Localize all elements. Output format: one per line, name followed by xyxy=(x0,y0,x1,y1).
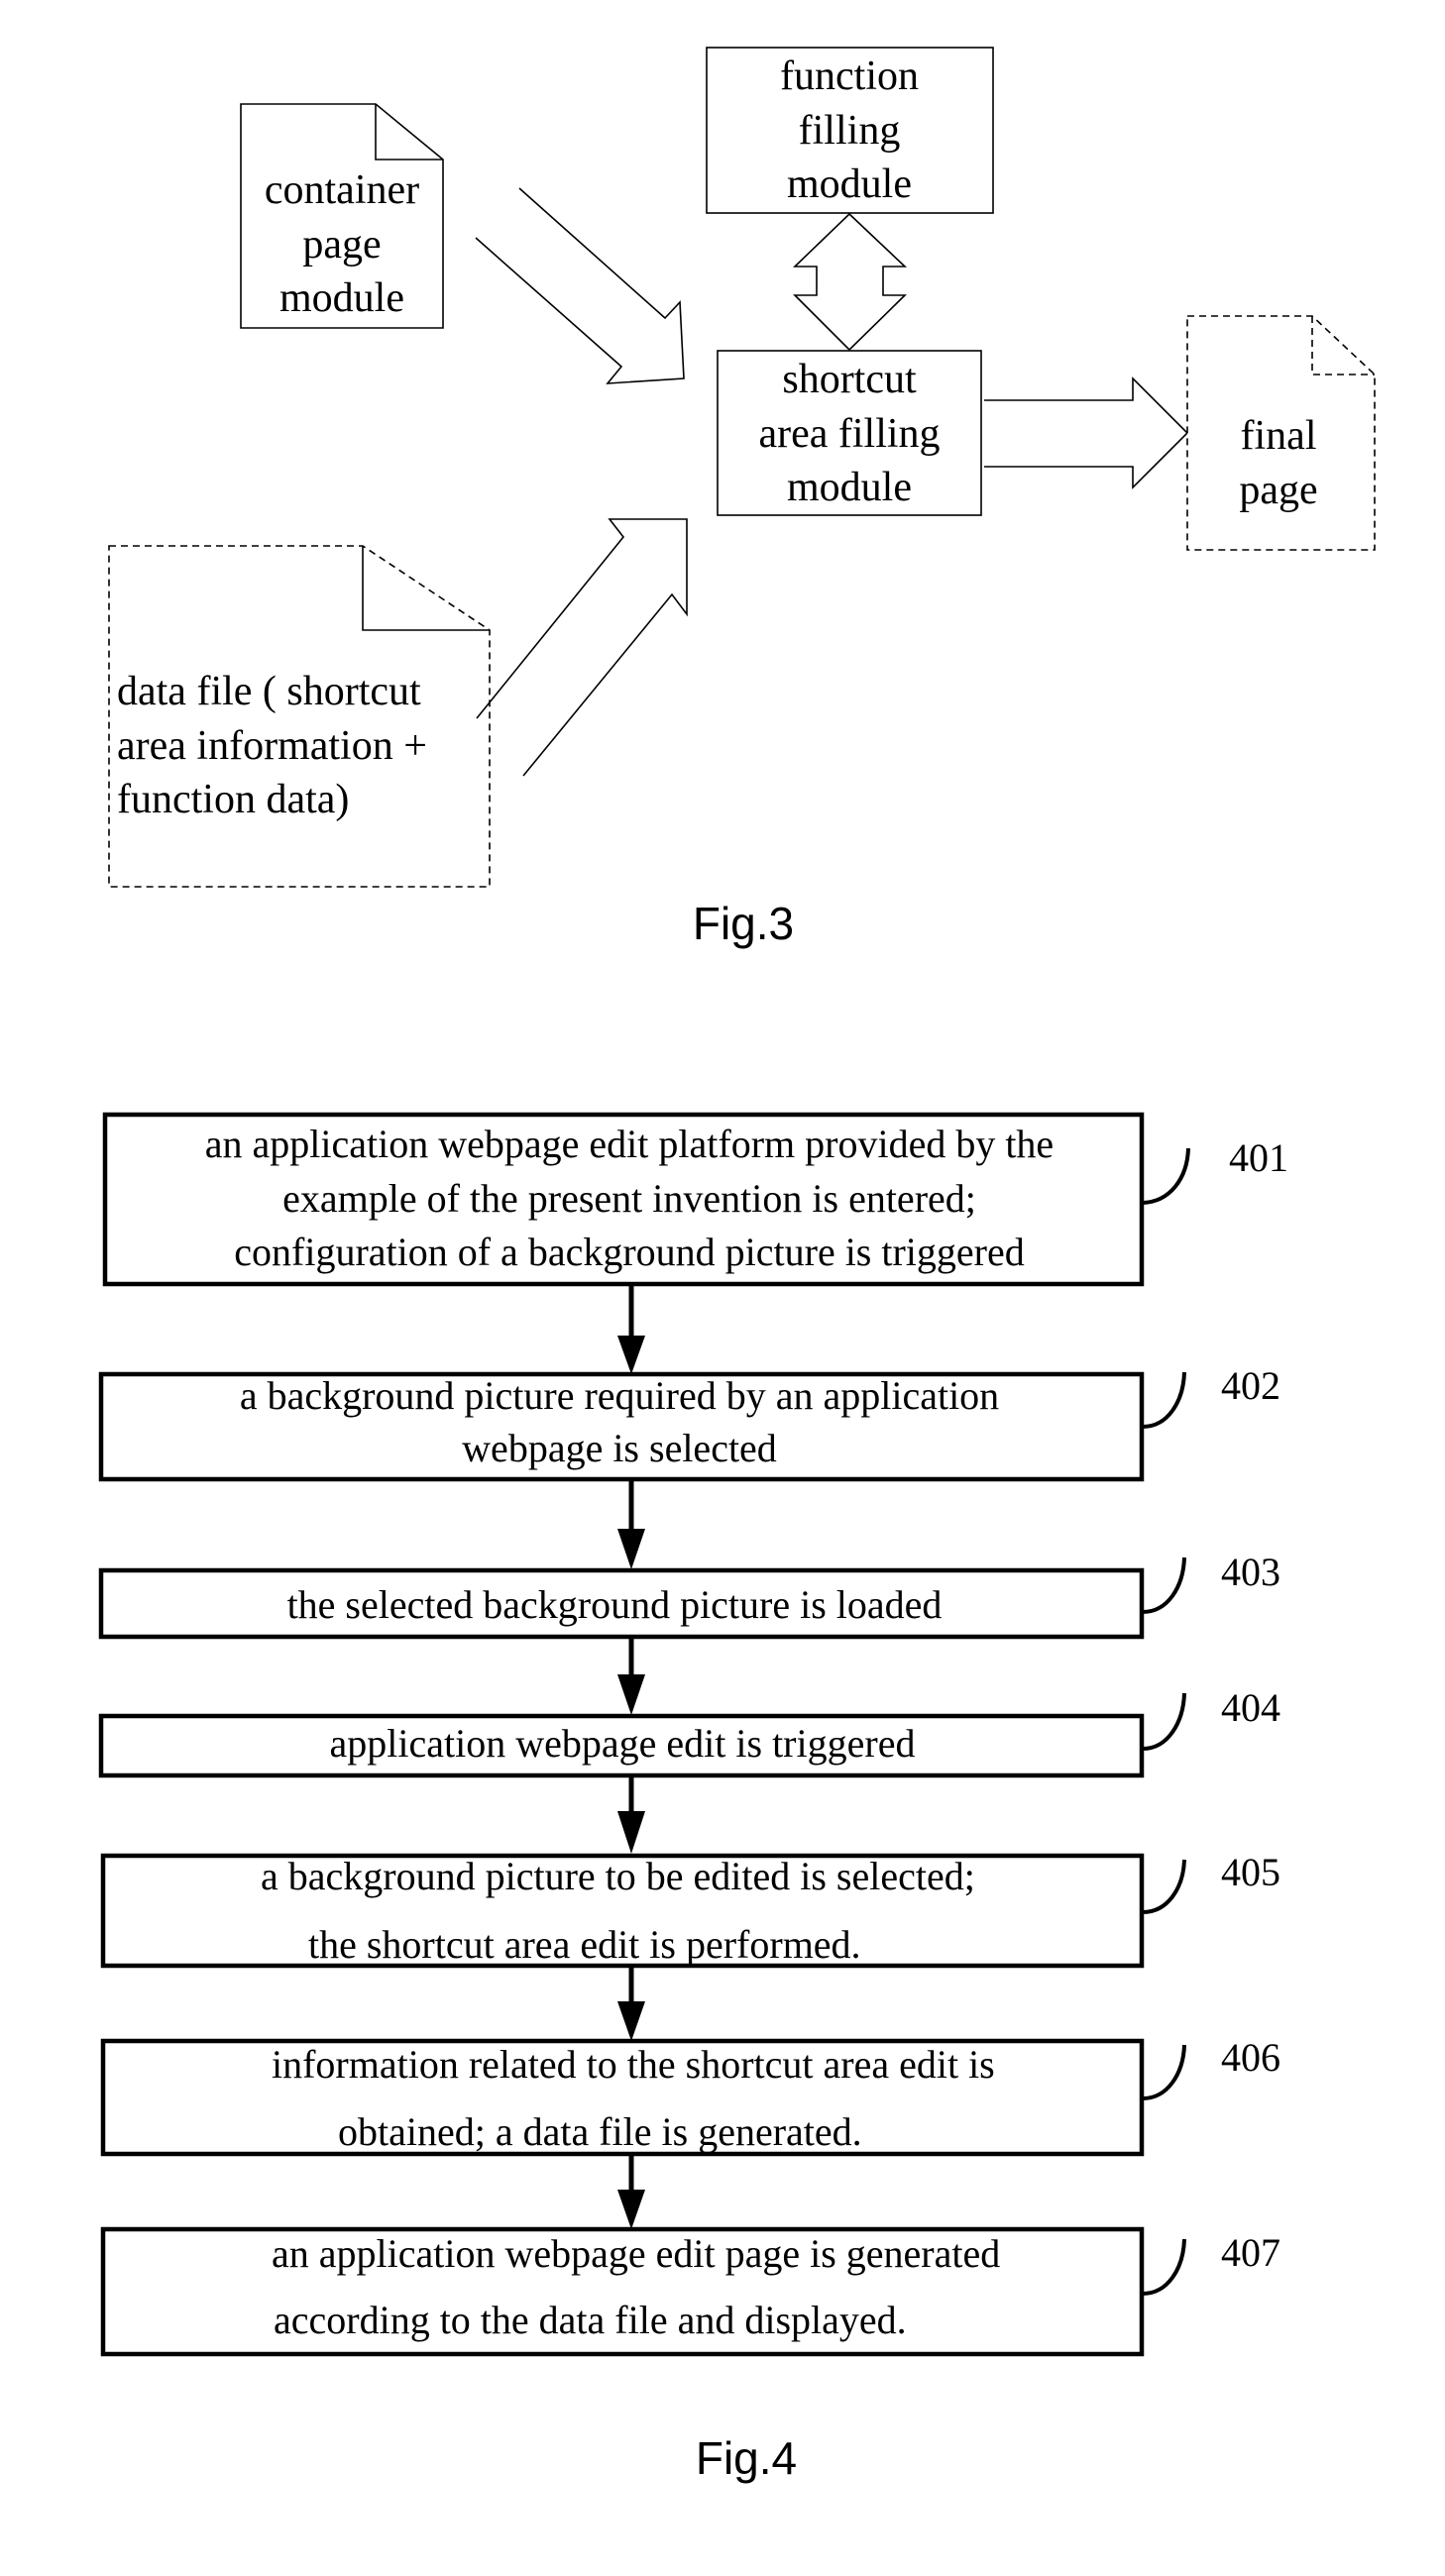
flow-arrow xyxy=(617,2154,645,2229)
reference-leader xyxy=(1142,1371,1186,1429)
node-label-line: area filling xyxy=(758,411,940,457)
reference-number: 403 xyxy=(1221,1550,1280,1594)
flow-step-401: an application webpage edit platform pro… xyxy=(102,1112,1288,1287)
reference-leader xyxy=(1142,1556,1186,1614)
function-filling-module-node: function filling module xyxy=(706,47,994,214)
flow-step-403: the selected background picture is loade… xyxy=(98,1550,1280,1640)
node-label-line: page xyxy=(1239,468,1317,513)
arrow-head xyxy=(617,2190,645,2229)
reference-number: 405 xyxy=(1221,1850,1280,1894)
node-label-line: container xyxy=(265,167,419,213)
patent-figures: container page module function filling m… xyxy=(98,47,1376,2484)
node-label-line: module xyxy=(279,275,404,321)
arrow-head xyxy=(617,2001,645,2041)
flow-step-407: an application webpage edit page is gene… xyxy=(100,2226,1280,2357)
reference-leader xyxy=(1142,1147,1190,1205)
flow-arrow xyxy=(617,1479,645,1569)
step-text-line: webpage is selected xyxy=(462,1426,777,1470)
node-label-line: area information + xyxy=(117,723,427,769)
block-arrow-container-to-shortcut xyxy=(475,187,685,384)
node-label-line: final xyxy=(1241,413,1317,459)
arrow-head xyxy=(617,1674,645,1715)
node-label-line: page xyxy=(302,222,381,268)
reference-leader xyxy=(1142,2238,1186,2296)
double-block-arrow xyxy=(793,212,908,352)
step-text-line: according to the data file and displayed… xyxy=(274,2298,907,2342)
step-text-line: an application webpage edit platform pro… xyxy=(205,1122,1054,1166)
reference-leader xyxy=(1142,2044,1186,2100)
node-label-line: function data) xyxy=(117,777,349,822)
shortcut-area-filling-module-node: shortcut area filling module xyxy=(717,350,982,516)
node-label-line: filling xyxy=(799,108,901,154)
step-text-line: information related to the shortcut area… xyxy=(272,2042,995,2087)
reference-leader xyxy=(1142,1692,1186,1751)
step-text-line: obtained; a data file is generated. xyxy=(338,2109,862,2154)
arrow-head xyxy=(617,1529,645,1569)
reference-number: 401 xyxy=(1229,1135,1288,1180)
figure-caption-fig3: Fig.3 xyxy=(693,898,794,949)
reference-number: 404 xyxy=(1221,1685,1280,1730)
step-text-line: a background picture to be edited is sel… xyxy=(261,1854,975,1898)
node-label-line: module xyxy=(787,465,912,510)
reference-number: 406 xyxy=(1221,2035,1280,2080)
flow-step-402: a background picture required by an appl… xyxy=(98,1363,1280,1482)
reference-number: 407 xyxy=(1221,2230,1280,2275)
flow-arrow xyxy=(617,1284,645,1374)
flow-step-405: a background picture to be edited is sel… xyxy=(100,1850,1280,1969)
node-label-line: data file ( shortcut xyxy=(117,669,421,714)
step-text-line: an application webpage edit page is gene… xyxy=(272,2231,1000,2276)
figure-caption-fig4: Fig.4 xyxy=(696,2432,797,2484)
flow-step-406: information related to the shortcut area… xyxy=(100,2035,1280,2157)
node-label-line: shortcut xyxy=(782,357,917,402)
reference-number: 402 xyxy=(1221,1363,1280,1408)
step-text-line: the selected background picture is loade… xyxy=(287,1582,943,1627)
flow-arrow xyxy=(617,1637,645,1715)
container-page-module-node: container page module xyxy=(240,103,444,329)
fig3-diagram: container page module function filling m… xyxy=(108,47,1376,949)
step-text-line: a background picture required by an appl… xyxy=(240,1373,999,1418)
block-arrow-datafile-to-shortcut xyxy=(476,518,688,777)
reference-leader xyxy=(1142,1859,1186,1914)
document-icon xyxy=(108,545,491,888)
flow-arrow xyxy=(617,1775,645,1854)
fig4-flowchart: an application webpage edit platform pro… xyxy=(98,1112,1288,2484)
block-arrow-shortcut-to-final xyxy=(984,376,1189,489)
flow-step-404: application webpage edit is triggered 40… xyxy=(98,1685,1280,1778)
flow-arrow xyxy=(617,1966,645,2041)
node-label-line: function xyxy=(780,54,919,99)
step-text-line: example of the present invention is ente… xyxy=(282,1176,976,1221)
arrow-head xyxy=(617,1811,645,1854)
step-text-line: application webpage edit is triggered xyxy=(330,1721,916,1766)
node-label-line: module xyxy=(787,161,912,207)
step-text-line: configuration of a background picture is… xyxy=(234,1230,1025,1274)
arrow-head xyxy=(617,1336,645,1374)
data-file-node: data file ( shortcut area information + … xyxy=(108,545,491,888)
final-page-node: final page xyxy=(1186,315,1376,551)
step-text-line: the shortcut area edit is performed. xyxy=(308,1922,861,1967)
